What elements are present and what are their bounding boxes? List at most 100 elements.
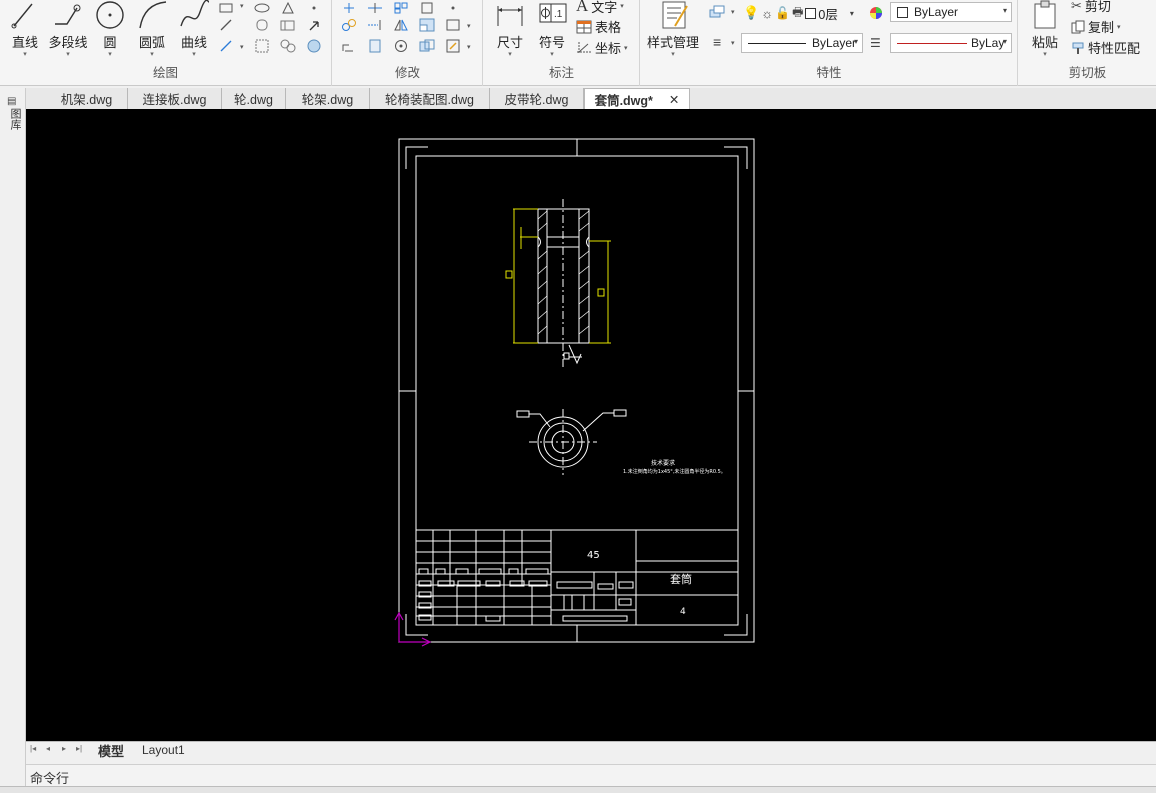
join-icon[interactable] <box>419 38 435 54</box>
paste-button[interactable]: 粘贴 ▾ <box>1027 0 1063 59</box>
trim-icon[interactable] <box>367 0 383 16</box>
status-bar-edge <box>0 786 1156 793</box>
text-button[interactable]: A 文字 ▾ <box>576 0 624 16</box>
tab-model[interactable]: 模型 <box>98 742 124 759</box>
chevron-down-icon: ▾ <box>550 51 554 58</box>
clipboard-panel: 粘贴 ▾ ✂ 剪切 复制 ▾ 特性匹配 剪切板 <box>1019 0 1156 86</box>
offset-icon[interactable] <box>419 0 435 16</box>
region-icon[interactable] <box>280 17 296 33</box>
copy-icon <box>1071 20 1085 33</box>
curve-button[interactable]: 曲线 ▾ <box>176 0 212 59</box>
dimension-label: 尺寸 <box>496 35 523 50</box>
layer-color-swatch <box>805 7 817 19</box>
color-wheel-icon[interactable] <box>868 5 884 21</box>
layer-dropdown[interactable]: 💡 ☼ 🔓 🖶 0层 ▾ <box>743 3 865 23</box>
prev-layout-icon[interactable]: ◂ <box>46 744 50 753</box>
pointer-icon[interactable] <box>306 17 322 33</box>
scissors-icon: ✂ <box>1071 0 1082 13</box>
chevron-down-icon: ▾ <box>192 51 196 58</box>
layer-name: 0层 <box>818 7 838 22</box>
list-icon[interactable]: ≡ <box>713 34 721 50</box>
chevron-down-icon[interactable]: ▾ <box>240 43 244 51</box>
boundary-icon[interactable] <box>280 38 296 54</box>
linetype-dropdown[interactable]: ByLayer ▾ <box>741 33 863 53</box>
sheet-inner-border <box>415 155 739 626</box>
circle-label: 圆 <box>103 35 117 50</box>
first-layout-icon[interactable]: |◂ <box>30 744 36 753</box>
circle-icon <box>96 1 124 29</box>
ellipse-icon[interactable] <box>254 0 270 16</box>
tab-label: 套筒.dwg* <box>594 93 653 108</box>
library-tab[interactable]: 图库 <box>6 108 21 130</box>
chevron-down-icon[interactable]: ▾ <box>731 8 735 16</box>
tab-file-2[interactable]: 轮.dwg <box>222 88 286 109</box>
explode-icon[interactable] <box>445 0 461 16</box>
linetype-value: ByLayer <box>812 36 857 50</box>
tab-layout1[interactable]: Layout1 <box>142 742 185 758</box>
chevron-down-icon[interactable]: ▾ <box>240 2 244 10</box>
rotate-icon[interactable] <box>341 38 357 54</box>
rotate-circle-icon[interactable] <box>393 38 409 54</box>
lineweight-dropdown[interactable]: ByLay ▾ <box>890 33 1012 53</box>
library-icon[interactable]: ▤ <box>7 96 16 107</box>
lineweight-icon[interactable]: ☰ <box>870 36 881 50</box>
drawing-canvas[interactable]: 技术要求 1.未注倒角均为1x45°,未注圆角半径为R0.5。 45 套筒 4 <box>26 109 1156 741</box>
circle-button[interactable]: 圆 ▾ <box>94 0 126 59</box>
tab-file-3[interactable]: 轮架.dwg <box>286 88 370 109</box>
extend-icon[interactable] <box>367 17 383 33</box>
chevron-down-icon[interactable]: ▾ <box>467 22 471 30</box>
tab-file-0[interactable]: 机架.dwg <box>46 88 128 109</box>
linetype-sample <box>748 42 806 44</box>
scale-icon[interactable] <box>367 38 383 54</box>
left-palette-strip: ▤ 图库 <box>0 88 26 793</box>
style-manager-label: 样式管理 <box>646 35 699 50</box>
array-icon[interactable] <box>393 0 409 16</box>
arc-button[interactable]: 圆弧 ▾ <box>134 0 170 59</box>
donut-icon[interactable] <box>306 38 322 54</box>
file-tab-bar: 机架.dwg 连接板.dwg 轮.dwg 轮架.dwg 轮椅装配图.dwg 皮带… <box>26 88 1156 109</box>
coordinate-button[interactable]: 坐标 ▾ <box>576 38 628 57</box>
move-icon[interactable] <box>341 0 357 16</box>
draw-panel-title: 绘图 <box>152 66 178 80</box>
mirror-icon[interactable] <box>393 17 409 33</box>
last-layout-icon[interactable]: ▸| <box>76 744 82 753</box>
properties-edit-icon[interactable] <box>445 38 461 54</box>
polygon-icon[interactable] <box>280 0 296 16</box>
line-button[interactable]: 直线 ▾ <box>8 0 42 59</box>
dimension-lines <box>505 208 611 344</box>
cut-button[interactable]: ✂ 剪切 <box>1071 0 1111 15</box>
erase-icon[interactable] <box>445 17 461 33</box>
tab-label: 连接板.dwg <box>142 93 207 107</box>
point-icon[interactable] <box>306 0 322 16</box>
layer-manager-icon[interactable] <box>709 4 725 20</box>
stretch-icon[interactable] <box>419 17 435 33</box>
ray-icon[interactable] <box>218 38 234 54</box>
tab-file-1[interactable]: 连接板.dwg <box>128 88 222 109</box>
color-dropdown[interactable]: ByLayer ▾ <box>890 2 1012 22</box>
next-layout-icon[interactable]: ▸ <box>62 744 66 753</box>
revcloud-icon[interactable] <box>254 17 270 33</box>
chevron-down-icon[interactable]: ▾ <box>467 43 471 51</box>
chevron-down-icon: ▾ <box>508 51 512 58</box>
polyline-button[interactable]: 多段线 ▾ <box>46 0 90 59</box>
chevron-down-icon[interactable]: ▾ <box>731 39 735 47</box>
rectangle-icon[interactable] <box>218 0 234 16</box>
close-icon[interactable]: ✕ <box>669 92 679 107</box>
match-properties-button[interactable]: 特性匹配 <box>1071 38 1140 57</box>
tab-file-4[interactable]: 轮椅装配图.dwg <box>370 88 490 109</box>
symbol-button[interactable]: .1 符号 ▾ <box>534 0 570 59</box>
polyline-icon <box>55 4 81 25</box>
style-manager-button[interactable]: 样式管理 ▾ <box>645 0 701 59</box>
copy-obj-icon[interactable] <box>341 17 357 33</box>
table-button[interactable]: 表格 <box>576 17 621 36</box>
chevron-down-icon: ▾ <box>1002 37 1007 46</box>
printer-icon: 🖶 <box>792 4 804 19</box>
tab-file-5[interactable]: 皮带轮.dwg <box>490 88 584 109</box>
construction-line-icon[interactable] <box>218 17 234 33</box>
dimension-button[interactable]: 尺寸 ▾ <box>492 0 528 59</box>
copy-button[interactable]: 复制 ▾ <box>1071 17 1121 36</box>
chevron-down-icon: ▾ <box>671 51 675 58</box>
hatch-icon[interactable] <box>254 38 270 54</box>
command-line[interactable]: 命令行 <box>26 764 1156 786</box>
tab-file-6[interactable]: 套筒.dwg* ✕ <box>584 88 690 109</box>
